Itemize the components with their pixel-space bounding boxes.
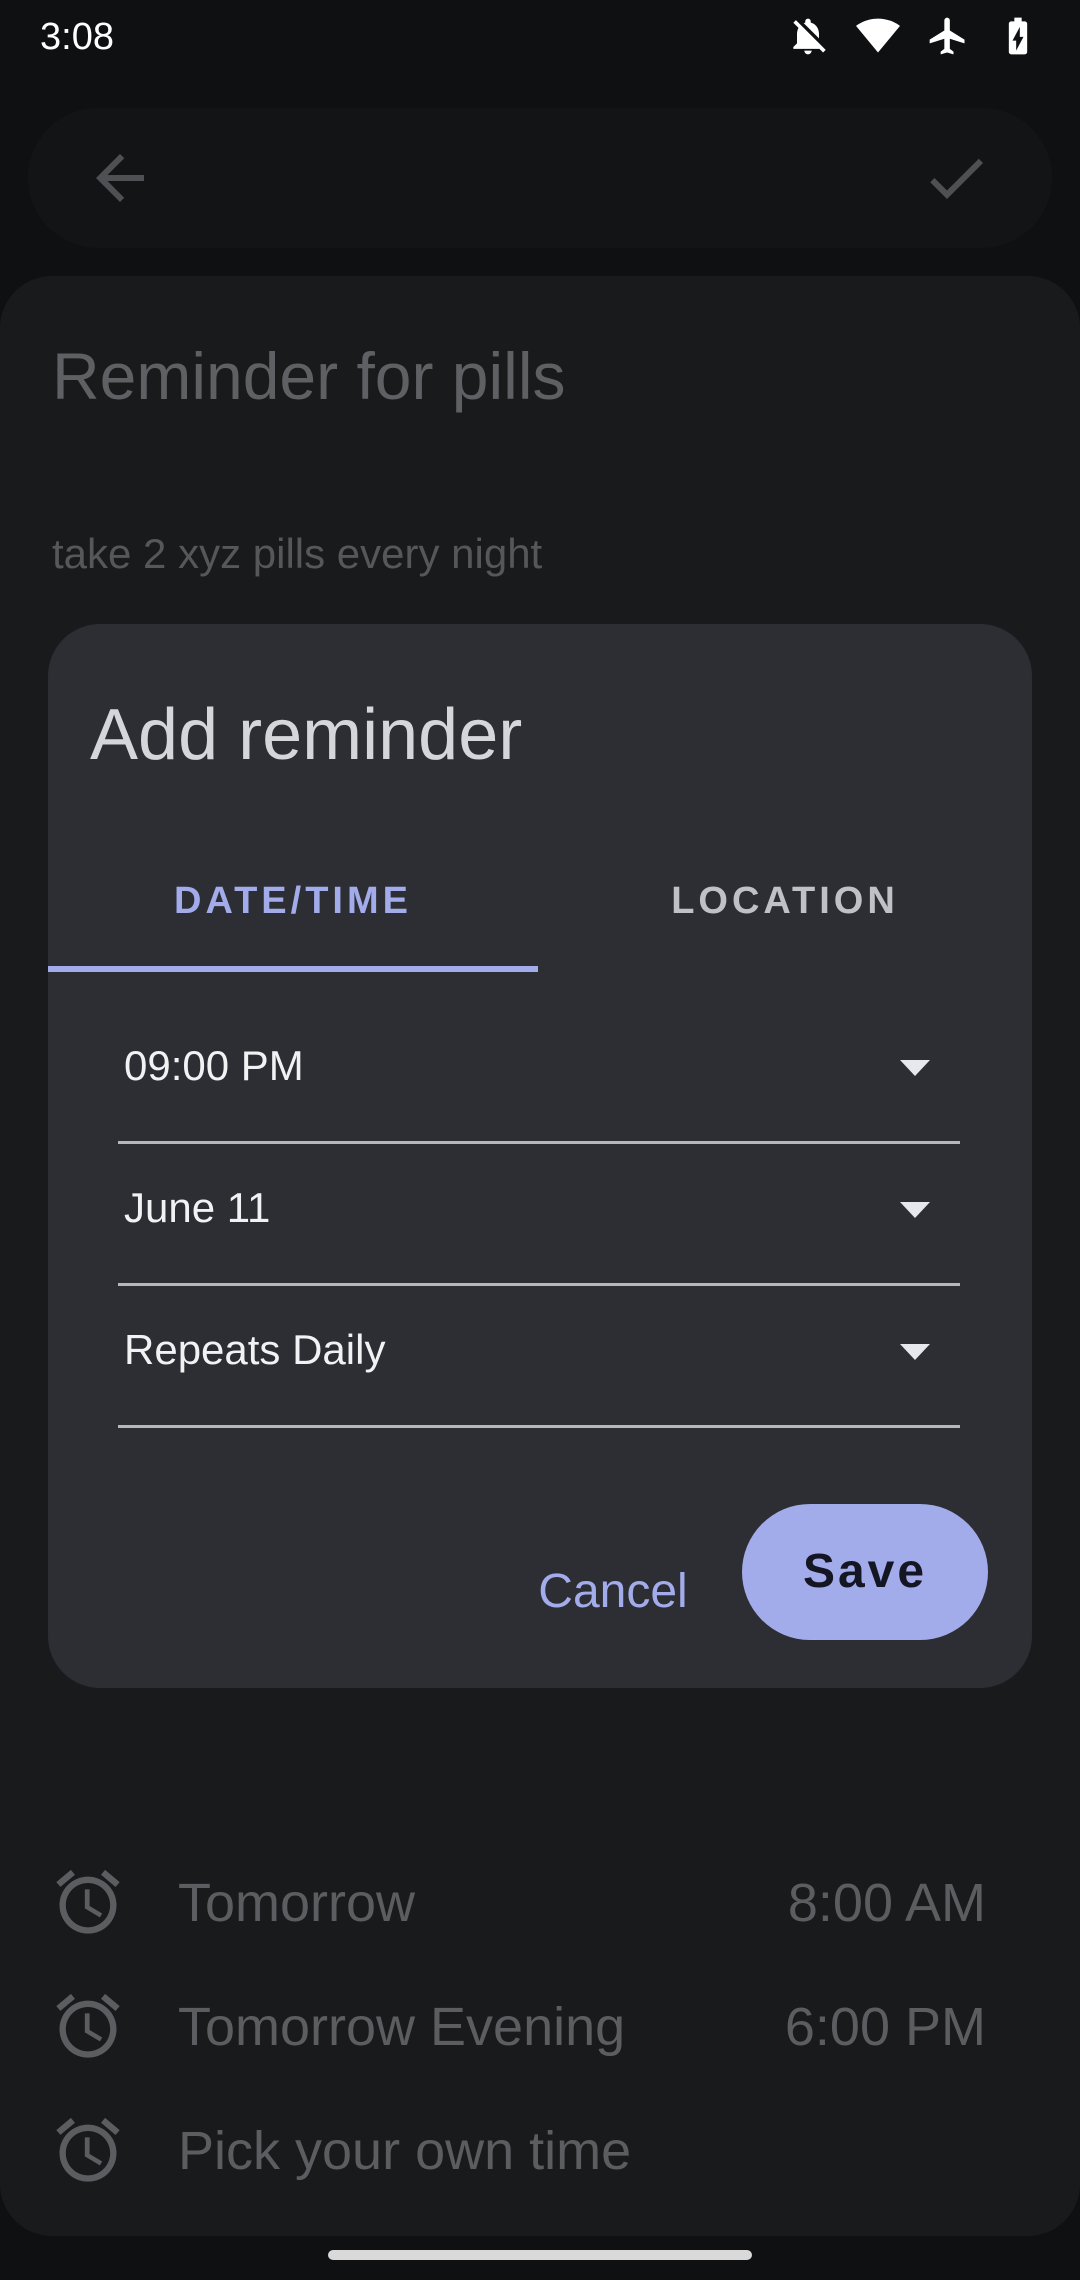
time-value: 09:00 PM bbox=[124, 1042, 304, 1089]
suggestion-tomorrow[interactable]: Tomorrow 8:00 AM bbox=[0, 1846, 1080, 1956]
repeat-value: Repeats Daily bbox=[124, 1326, 386, 1373]
battery-charging-icon bbox=[1008, 17, 1028, 55]
arrow-back-icon[interactable] bbox=[84, 142, 156, 214]
time-dropdown[interactable]: 09:00 PM bbox=[118, 1004, 960, 1144]
repeat-dropdown[interactable]: Repeats Daily bbox=[118, 1288, 960, 1428]
airplane-icon bbox=[929, 17, 965, 55]
note-body[interactable]: take 2 xyz pills every night bbox=[52, 530, 542, 578]
dropdown-arrow-icon bbox=[900, 1060, 930, 1076]
add-reminder-dialog: Add reminder DATE/TIME LOCATION 09:00 PM… bbox=[48, 624, 1032, 1688]
check-icon[interactable] bbox=[920, 142, 992, 214]
suggestion-label: Tomorrow Evening bbox=[178, 1997, 626, 2057]
suggestion-tomorrow-evening[interactable]: Tomorrow Evening 6:00 PM bbox=[0, 1970, 1080, 2080]
suggestion-label: Tomorrow bbox=[178, 1873, 416, 1933]
alarm-icon bbox=[56, 1993, 120, 2058]
date-value: June 11 bbox=[124, 1184, 271, 1231]
suggestion-time: 8:00 AM bbox=[787, 1873, 986, 1933]
tab-date-time[interactable]: DATE/TIME bbox=[48, 880, 538, 966]
save-button[interactable]: Save bbox=[742, 1504, 988, 1640]
status-bar: 3:08 bbox=[0, 0, 1080, 80]
dropdown-arrow-icon bbox=[900, 1202, 930, 1218]
suggestion-time: 6:00 PM bbox=[784, 1997, 986, 2057]
wifi-icon bbox=[856, 18, 900, 53]
suggestion-label: Pick your own time bbox=[178, 2121, 632, 2181]
note-title[interactable]: Reminder for pills bbox=[52, 338, 566, 414]
alarm-icon bbox=[56, 1869, 120, 1934]
app-bar bbox=[28, 108, 1052, 248]
tab-indicator bbox=[48, 966, 538, 972]
cancel-button[interactable]: Cancel bbox=[448, 1524, 778, 1660]
notifications-off-icon bbox=[793, 18, 826, 55]
status-icons bbox=[786, 14, 1040, 58]
alarm-icon bbox=[56, 2117, 120, 2182]
status-time: 3:08 bbox=[40, 16, 114, 58]
dropdown-arrow-icon bbox=[900, 1344, 930, 1360]
dialog-title: Add reminder bbox=[90, 695, 523, 775]
tab-location[interactable]: LOCATION bbox=[538, 880, 1032, 966]
suggestion-pick-own-time[interactable]: Pick your own time bbox=[0, 2094, 1080, 2204]
date-dropdown[interactable]: June 11 bbox=[118, 1146, 960, 1286]
screen: 3:08 Reminder for pills take 2 xyz pills bbox=[0, 0, 1080, 2280]
navigation-handle[interactable] bbox=[328, 2250, 752, 2260]
